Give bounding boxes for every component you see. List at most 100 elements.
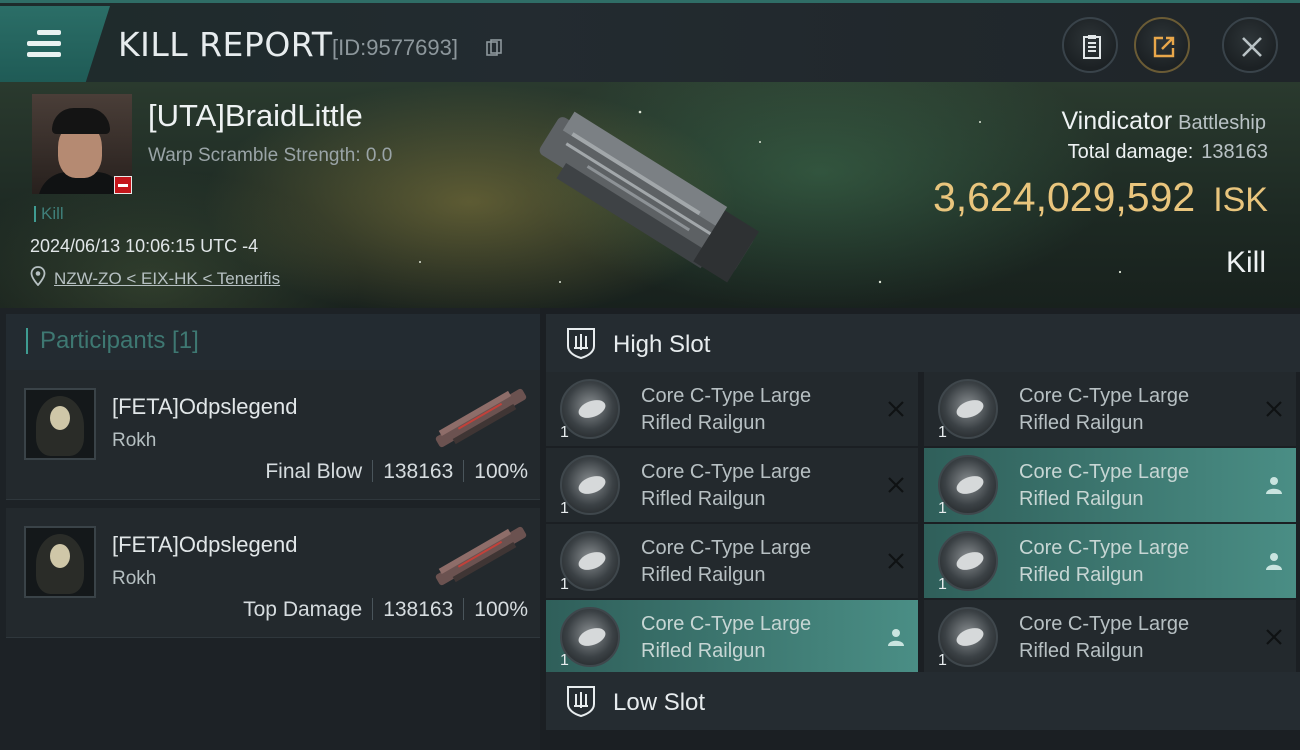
victim-name[interactable]: [UTA]BraidLittle bbox=[148, 98, 363, 134]
victim-ship-image bbox=[539, 111, 759, 283]
low-slot-label: Low Slot bbox=[613, 689, 706, 716]
dropped-person-icon bbox=[888, 629, 904, 646]
participant-stats: Top Damage 138163 100% bbox=[243, 598, 528, 622]
participant-damage: 138163 bbox=[383, 598, 454, 621]
railgun-icon bbox=[938, 607, 998, 667]
participants-panel: Participants [1] [FETA]Odpslegend Rokh F… bbox=[0, 308, 540, 750]
railgun-icon bbox=[560, 607, 620, 667]
item-quantity: 1 bbox=[560, 424, 569, 441]
total-damage-value: 138163 bbox=[1201, 141, 1268, 163]
item-name-line2: Rifled Railgun bbox=[1019, 640, 1144, 662]
high-slot-label: High Slot bbox=[613, 331, 711, 358]
destroyed-x-icon bbox=[888, 477, 904, 493]
participant-stats: Final Blow 138163 100% bbox=[265, 460, 528, 484]
participants-title: Participants [1] bbox=[26, 328, 199, 354]
participant-avatar bbox=[24, 388, 96, 460]
participant-percent: 100% bbox=[474, 598, 528, 621]
menu-button[interactable] bbox=[0, 6, 110, 82]
item-name-line2: Rifled Railgun bbox=[1019, 564, 1144, 586]
item-quantity: 1 bbox=[560, 576, 569, 593]
participant-ship-image bbox=[435, 526, 527, 586]
item-name-line1: Core C-Type Large bbox=[641, 537, 812, 559]
location-link[interactable]: NZW-ZO < EIX-HK < Tenerifis bbox=[54, 269, 280, 289]
low-slot-header: Low Slot bbox=[546, 672, 1300, 730]
fitting-item[interactable]: 1 Core C-Type Large Rifled Railgun bbox=[924, 524, 1296, 598]
destroyed-x-icon bbox=[1266, 629, 1282, 645]
dropped-person-icon bbox=[1266, 553, 1282, 570]
item-quantity: 1 bbox=[938, 576, 947, 593]
participant-damage: 138163 bbox=[383, 460, 454, 483]
fitting-item[interactable]: 1 Core C-Type Large Rifled Railgun bbox=[546, 600, 918, 674]
item-quantity: 1 bbox=[938, 500, 947, 517]
item-quantity: 1 bbox=[560, 500, 569, 517]
shield-slot-icon bbox=[567, 686, 595, 718]
item-name-line2: Rifled Railgun bbox=[641, 640, 766, 662]
item-name-line1: Core C-Type Large bbox=[1019, 385, 1190, 407]
item-name-line1: Core C-Type Large bbox=[1019, 537, 1190, 559]
dropped-person-icon bbox=[1266, 477, 1282, 494]
kill-datetime: 2024/06/13 10:06:15 UTC -4 bbox=[30, 236, 259, 256]
railgun-icon bbox=[938, 455, 998, 515]
isk-amount: 3,624,029,592 bbox=[932, 174, 1196, 220]
isk-unit: ISK bbox=[1213, 181, 1268, 219]
copy-icon[interactable] bbox=[486, 39, 502, 57]
destroyed-x-icon bbox=[888, 553, 904, 569]
fitting-item[interactable]: 1 Core C-Type Large Rifled Railgun bbox=[546, 372, 918, 446]
item-name-line2: Rifled Railgun bbox=[641, 564, 766, 586]
item-name-line1: Core C-Type Large bbox=[1019, 613, 1190, 635]
total-damage-label: Total damage: bbox=[1067, 141, 1194, 163]
share-button[interactable] bbox=[1134, 17, 1190, 73]
clipboard-button[interactable] bbox=[1062, 17, 1118, 73]
item-name-line2: Rifled Railgun bbox=[641, 412, 766, 434]
fitting-panel: High Slot 1 Core C-Type Large Rifled Railg… bbox=[540, 308, 1300, 750]
fitting-item[interactable]: 1 Core C-Type Large Rifled Railgun bbox=[924, 448, 1296, 522]
victim-ship-name: Vindicator Battleship bbox=[1061, 107, 1266, 136]
participant-ship: Rokh bbox=[112, 568, 157, 589]
item-name-line1: Core C-Type Large bbox=[1019, 461, 1190, 483]
fitting-item[interactable]: 1 Core C-Type Large Rifled Railgun bbox=[924, 372, 1296, 446]
hostile-badge-icon bbox=[114, 176, 132, 194]
item-quantity: 1 bbox=[938, 424, 947, 441]
railgun-icon bbox=[560, 455, 620, 515]
high-slot-header: High Slot bbox=[546, 314, 1300, 372]
page-title: KILL REPORT bbox=[118, 25, 333, 64]
close-icon bbox=[1242, 37, 1262, 57]
participant-row[interactable]: [FETA]Odpslegend Rokh Top Damage 138163 10… bbox=[6, 508, 540, 638]
item-name-line2: Rifled Railgun bbox=[1019, 412, 1144, 434]
item-quantity: 1 bbox=[938, 652, 947, 669]
railgun-icon bbox=[560, 531, 620, 591]
warp-scramble-strength: Warp Scramble Strength: 0.0 bbox=[148, 145, 393, 166]
item-name-line1: Core C-Type Large bbox=[641, 385, 812, 407]
railgun-icon bbox=[938, 379, 998, 439]
railgun-icon bbox=[560, 379, 620, 439]
header-bar: KILL REPORT [ID:9577693] bbox=[0, 0, 1300, 82]
destroyed-x-icon bbox=[1266, 401, 1282, 417]
kill-tag: Kill bbox=[34, 205, 64, 222]
fitting-item[interactable]: 1 Core C-Type Large Rifled Railgun bbox=[546, 448, 918, 522]
location-pin-icon bbox=[30, 266, 46, 286]
fitting-item[interactable]: 1 Core C-Type Large Rifled Railgun bbox=[924, 600, 1296, 674]
item-name-line1: Core C-Type Large bbox=[641, 461, 812, 483]
item-name-line1: Core C-Type Large bbox=[641, 613, 812, 635]
result-label: Kill bbox=[1225, 246, 1266, 279]
total-damage: Total damage: 138163 bbox=[1068, 141, 1268, 164]
ship-type: Vindicator bbox=[1061, 107, 1173, 135]
isk-value: 3,624,029,592 ISK bbox=[933, 174, 1268, 221]
participant-role: Top Damage bbox=[243, 598, 363, 621]
close-button[interactable] bbox=[1222, 17, 1278, 73]
destroyed-x-icon bbox=[888, 401, 904, 417]
report-id: [ID:9577693] bbox=[332, 35, 458, 60]
item-name-line2: Rifled Railgun bbox=[1019, 488, 1144, 510]
clipboard-icon bbox=[1083, 35, 1101, 59]
participant-percent: 100% bbox=[474, 460, 528, 483]
shield-slot-icon bbox=[567, 328, 595, 360]
railgun-icon bbox=[938, 531, 998, 591]
ship-class: Battleship bbox=[1178, 112, 1266, 134]
fitting-item[interactable]: 1 Core C-Type Large Rifled Railgun bbox=[546, 524, 918, 598]
item-name-line2: Rifled Railgun bbox=[641, 488, 766, 510]
participant-role: Final Blow bbox=[265, 460, 363, 483]
share-icon bbox=[1153, 36, 1175, 58]
participant-row[interactable]: [FETA]Odpslegend Rokh Final Blow 138163 10… bbox=[6, 370, 540, 500]
item-quantity: 1 bbox=[560, 652, 569, 669]
participants-header[interactable]: Participants [1] bbox=[6, 314, 540, 370]
